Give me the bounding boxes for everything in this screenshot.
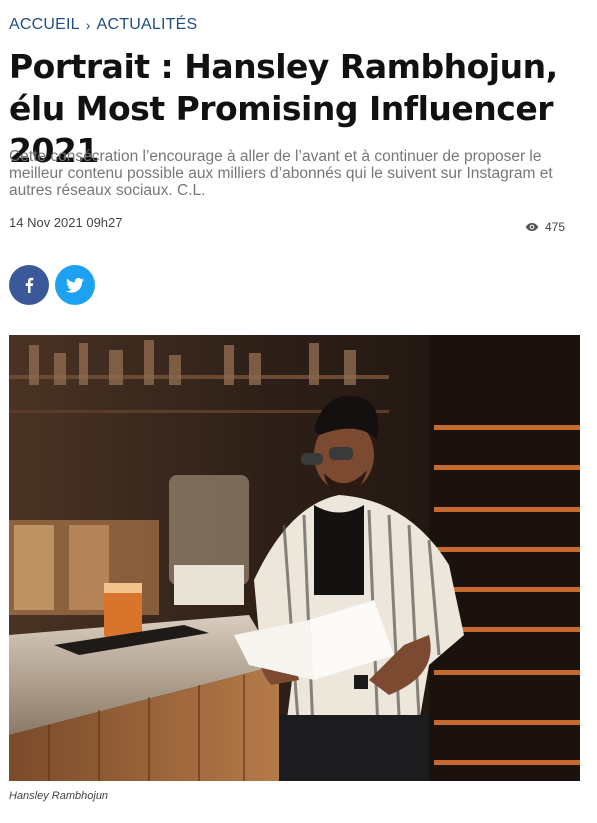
portrait-illustration xyxy=(9,335,580,781)
photo-caption: Hansley Rambhojun xyxy=(9,790,109,802)
chevron-right-icon: › xyxy=(85,17,91,33)
view-count: 475 xyxy=(525,220,565,234)
twitter-icon xyxy=(66,277,84,293)
article-lead: Cette consécration l’encourage à aller d… xyxy=(9,148,553,199)
eye-icon xyxy=(525,223,539,231)
article-photo xyxy=(9,335,580,781)
publish-date: 14 Nov 2021 09h27 xyxy=(9,215,123,230)
twitter-share-button[interactable] xyxy=(55,265,95,305)
facebook-share-button[interactable] xyxy=(9,265,49,305)
share-buttons xyxy=(9,265,95,305)
breadcrumb-home-link[interactable]: ACCUEIL xyxy=(9,16,80,34)
facebook-icon xyxy=(25,277,34,293)
view-count-value: 475 xyxy=(544,220,565,234)
breadcrumb-section-link[interactable]: ACTUALITÉS xyxy=(97,16,198,34)
breadcrumb: ACCUEIL › ACTUALITÉS xyxy=(9,16,197,34)
